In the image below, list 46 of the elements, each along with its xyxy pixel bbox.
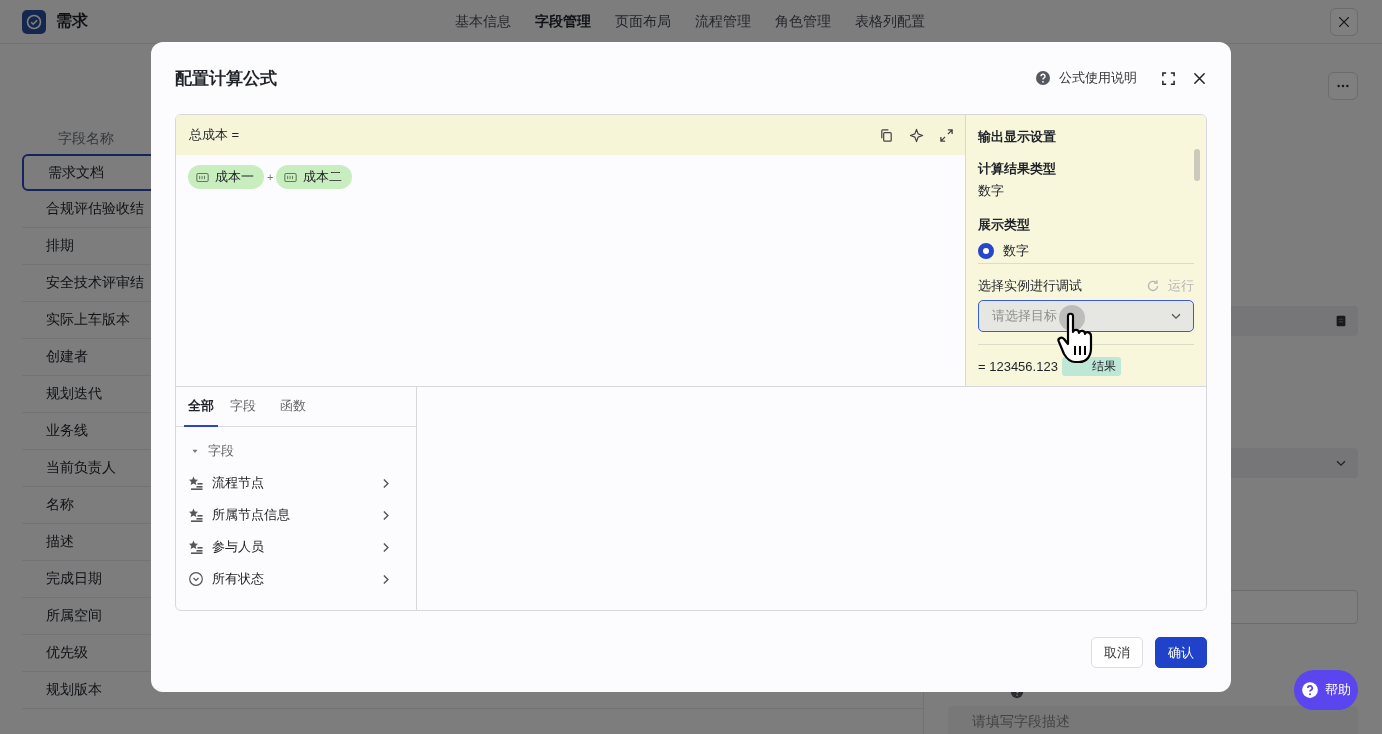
table-cell: 安全技术评审结: [46, 274, 144, 292]
table-cell: 业务线: [46, 422, 88, 440]
nav-tab[interactable]: 角色管理: [775, 12, 831, 31]
cancel-button[interactable]: 取消: [1091, 637, 1143, 668]
nav-tab[interactable]: 流程管理: [695, 12, 751, 31]
table-cell: 完成日期: [46, 570, 102, 588]
field-chip[interactable]: 成本二: [276, 165, 353, 189]
tree-item[interactable]: 参与人员: [188, 531, 392, 563]
table-cell: 排期: [46, 237, 74, 255]
section-heading: 输出显示设置: [978, 128, 1057, 146]
radio-label: 数字: [1003, 242, 1029, 260]
formula-target: 总成本 =: [189, 126, 240, 144]
table-cell: 规划迭代: [46, 385, 102, 403]
tab[interactable]: 字段: [226, 387, 268, 427]
nav-tab[interactable]: 字段管理: [535, 12, 591, 31]
table-cell: 规划版本: [46, 681, 102, 699]
table-cell: 当前负责人: [46, 459, 116, 477]
help-link[interactable]: 公式使用说明: [1035, 69, 1137, 87]
table-cell: 实际上车版本: [46, 311, 130, 329]
field-value: 数字: [978, 182, 1005, 200]
nav-tab[interactable]: 表格列配置: [855, 12, 925, 31]
result-value: = 123456.123: [978, 359, 1058, 374]
field-label: 计算结果类型: [978, 160, 1057, 178]
column-header: 字段名称: [57, 130, 114, 148]
confirm-button[interactable]: 确认: [1155, 637, 1207, 668]
tree-item[interactable]: 所属节点信息: [188, 499, 392, 531]
table-cell: 需求文档: [48, 163, 104, 182]
tree-group[interactable]: 字段: [188, 435, 392, 467]
table-cell: 所属空间: [46, 607, 102, 625]
nav-tab[interactable]: 基本信息: [455, 12, 511, 31]
tree-item[interactable]: 流程节点: [188, 467, 392, 499]
nav-tab[interactable]: 页面布局: [615, 12, 671, 31]
table-cell: 创建者: [46, 348, 88, 366]
field-label: 展示类型: [978, 216, 1031, 234]
table-cell: 名称: [46, 496, 74, 514]
operator: +: [267, 171, 274, 183]
table-cell: 描述: [46, 533, 74, 551]
dialog-title: 配置计算公式: [175, 67, 278, 90]
table-cell: 合规评估验收结: [46, 200, 144, 218]
tab[interactable]: 函数: [276, 387, 318, 427]
field-chip[interactable]: 成本一: [188, 165, 264, 189]
tab[interactable]: 全部: [184, 387, 218, 427]
table-cell: 优先级: [46, 644, 88, 662]
app-title: 需求: [56, 11, 88, 31]
tree-item[interactable]: 所有状态: [188, 563, 392, 595]
field-label: 选择实例进行调试: [978, 277, 1082, 295]
